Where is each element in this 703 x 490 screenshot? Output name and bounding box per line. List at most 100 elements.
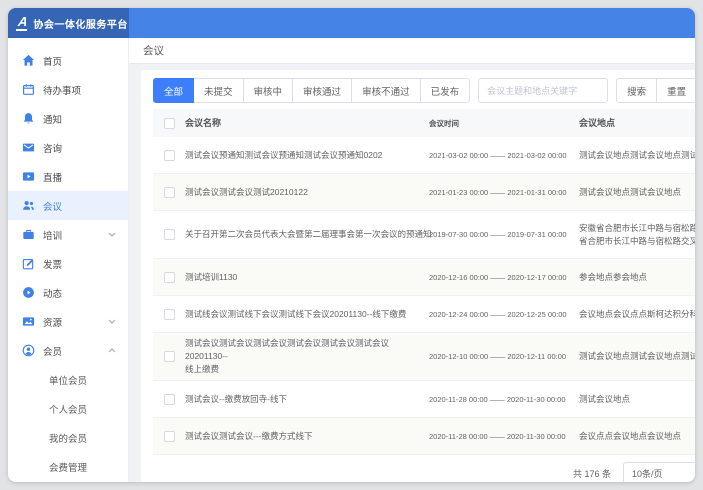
table-row[interactable]: 测试培训1130 2020-12-16 00:00 —— 2020-12-17 … bbox=[153, 259, 695, 296]
meeting-name: 测试会议测试会议测试会议测试会议测试会议测试会议20201130-- 线上缴费 bbox=[185, 337, 429, 376]
row-checkbox[interactable] bbox=[164, 150, 175, 161]
sidebar-item-activity[interactable]: 动态 bbox=[8, 278, 128, 307]
sidebar-subitem-my-member[interactable]: 我的会员 bbox=[8, 423, 128, 452]
sidebar-subitem-unit-member[interactable]: 单位会员 bbox=[8, 365, 128, 394]
search-input[interactable] bbox=[478, 78, 608, 103]
meeting-time: 2021-03-02 00:00 —— 2021-03-02 00:00 bbox=[429, 151, 579, 160]
mail-icon bbox=[21, 141, 35, 155]
table-row[interactable]: 测试线会议测试线下会议测试线下会议20201130--线下缴费 2020-12-… bbox=[153, 296, 695, 333]
search-button[interactable]: 搜索 bbox=[616, 78, 657, 103]
app-title: 协会一体化服务平台 bbox=[33, 16, 128, 31]
topbar: A 协会一体化服务平台 bbox=[8, 8, 695, 38]
screenshot-stage: A 协会一体化服务平台 首页 待办事项 通知 bbox=[0, 0, 703, 490]
meeting-location: 会议点点会议地点会议地点 bbox=[579, 430, 695, 443]
filter-tab-reviewing[interactable]: 审核中 bbox=[243, 78, 294, 103]
page-title: 会议 bbox=[143, 43, 164, 58]
meeting-time: 2020-12-24 00:00 —— 2020-12-25 00:00 bbox=[429, 310, 579, 319]
sidebar-item-invoice[interactable]: 发票 bbox=[8, 249, 128, 278]
meeting-name: 测试会议测试会议---缴费方式线下 bbox=[185, 430, 429, 443]
meeting-name: 测试线会议测试线下会议测试线下会议20201130--线下缴费 bbox=[185, 308, 429, 321]
meeting-time: 2021-01-23 00:00 —— 2021-01-31 00:00 bbox=[429, 188, 579, 197]
reset-button[interactable]: 重置 bbox=[656, 78, 695, 103]
sidebar-item-member[interactable]: 会员 bbox=[8, 336, 128, 365]
column-header-location: 会议地点 bbox=[579, 117, 695, 130]
sidebar-subitem-personal-member[interactable]: 个人会员 bbox=[8, 394, 128, 423]
meeting-location: 会议地点会议点点斯柯达积分科技撒地方撒地方 bbox=[579, 308, 695, 321]
column-header-time: 会议时间 bbox=[429, 118, 579, 129]
search-button-group: 搜索 重置 高级 bbox=[616, 78, 695, 103]
app-window: A 协会一体化服务平台 首页 待办事项 通知 bbox=[8, 8, 695, 482]
pagination: 共 176 条 10条/页 bbox=[153, 461, 695, 482]
total-count: 共 176 条 bbox=[573, 467, 611, 480]
sidebar-item-consult[interactable]: 咨询 bbox=[8, 133, 128, 162]
page-titlebar: 会议 bbox=[129, 38, 695, 64]
meeting-time: 2020-12-16 00:00 —— 2020-12-17 00:00 bbox=[429, 273, 579, 282]
sidebar-item-meeting[interactable]: 会议 bbox=[8, 191, 128, 220]
table-header: 会议名称 会议时间 会议地点 bbox=[153, 109, 695, 137]
meeting-time: 2020-11-28 00:00 —— 2020-11-30 00:00 bbox=[429, 395, 579, 404]
home-icon bbox=[21, 54, 35, 68]
filter-tab-published[interactable]: 已发布 bbox=[420, 78, 471, 103]
chevron-down-icon bbox=[108, 232, 116, 237]
training-icon bbox=[21, 228, 35, 242]
table-row[interactable]: 测试会议测试会议---缴费方式线下 2020-11-28 00:00 —— 20… bbox=[153, 418, 695, 455]
meeting-location: 安徽省合肥市长江中路与宿松路交叉口稻香楼宾馆安徽 省合肥市长江中路与宿松路交叉口… bbox=[579, 222, 695, 248]
select-all-checkbox[interactable] bbox=[164, 118, 175, 129]
live-icon bbox=[21, 170, 35, 184]
table-row[interactable]: 测试会议测试会议测试20210122 2021-01-23 00:00 —— 2… bbox=[153, 174, 695, 211]
row-checkbox[interactable] bbox=[164, 309, 175, 320]
meeting-location: 测试会议地点测试会议地点测试会议地点测试会议地点 bbox=[579, 350, 695, 363]
row-checkbox[interactable] bbox=[164, 187, 175, 198]
filter-row: 全部 未提交 审核中 审核通过 审核不通过 已发布 搜索 重置 高级 bbox=[153, 78, 695, 103]
sidebar-item-training[interactable]: 培训 bbox=[8, 220, 128, 249]
page-size-select[interactable]: 10条/页 bbox=[623, 462, 695, 482]
main-content: 会议 全部 未提交 审核中 审核通过 审核不通过 已发布 搜索 bbox=[129, 38, 695, 482]
filter-tab-all[interactable]: 全部 bbox=[153, 78, 194, 103]
sidebar-item-todo[interactable]: 待办事项 bbox=[8, 75, 128, 104]
sidebar-subitem-fee-management[interactable]: 会费管理 bbox=[8, 452, 128, 481]
filter-tab-unsubmitted[interactable]: 未提交 bbox=[193, 78, 244, 103]
bell-icon bbox=[21, 112, 35, 126]
meeting-name: 测试会议预通知测试会议预通知测试会议预通知0202 bbox=[185, 149, 429, 162]
meeting-list-card: 全部 未提交 审核中 审核通过 审核不通过 已发布 搜索 重置 高级 bbox=[141, 70, 695, 482]
meeting-time: 2020-11-28 00:00 —— 2020-11-30 00:00 bbox=[429, 432, 579, 441]
meeting-location: 测试会议地点测试会议地点 bbox=[579, 186, 695, 199]
row-checkbox[interactable] bbox=[164, 272, 175, 283]
table-row[interactable]: 关于召开第二次会员代表大会暨第二届理事会第一次会议的预通知 2019-07-30… bbox=[153, 211, 695, 259]
table-row[interactable]: 测试会议预通知测试会议预通知测试会议预通知0202 2021-03-02 00:… bbox=[153, 137, 695, 174]
meeting-time: 2019-07-30 00:00 —— 2019-07-31 00:00 bbox=[429, 230, 579, 239]
chevron-down-icon bbox=[108, 319, 116, 324]
row-checkbox[interactable] bbox=[164, 431, 175, 442]
column-header-name: 会议名称 bbox=[185, 117, 429, 130]
sidebar-item-home[interactable]: 首页 bbox=[8, 46, 128, 75]
meeting-name: 测试会议测试会议测试20210122 bbox=[185, 186, 429, 199]
sidebar-item-live[interactable]: 直播 bbox=[8, 162, 128, 191]
app-logo-icon: A bbox=[16, 15, 30, 31]
meeting-icon bbox=[21, 199, 35, 213]
filter-tab-approved[interactable]: 审核通过 bbox=[292, 78, 352, 103]
table-row[interactable]: 测试会议--缴费放回寺-线下 2020-11-28 00:00 —— 2020-… bbox=[153, 381, 695, 418]
resource-icon bbox=[21, 315, 35, 329]
meeting-name: 测试会议--缴费放回寺-线下 bbox=[185, 393, 429, 406]
status-filter-group: 全部 未提交 审核中 审核通过 审核不通过 已发布 bbox=[153, 78, 470, 103]
row-checkbox[interactable] bbox=[164, 351, 175, 362]
sidebar: 首页 待办事项 通知 咨询 bbox=[8, 38, 129, 482]
meeting-name: 关于召开第二次会员代表大会暨第二届理事会第一次会议的预通知 bbox=[185, 228, 429, 241]
member-icon bbox=[21, 344, 35, 358]
calendar-icon bbox=[21, 83, 35, 97]
filter-tab-rejected[interactable]: 审核不通过 bbox=[351, 78, 421, 103]
invoice-icon bbox=[21, 257, 35, 271]
meeting-name: 测试培训1130 bbox=[185, 271, 429, 284]
sidebar-item-resource[interactable]: 资源 bbox=[8, 307, 128, 336]
meeting-time: 2020-12-10 00:00 —— 2020-12-11 00:00 bbox=[429, 352, 579, 361]
meetings-table: 会议名称 会议时间 会议地点 测试会议预通知测试会议预通知测试会议预通知0202… bbox=[153, 109, 695, 455]
chevron-up-icon bbox=[108, 348, 116, 353]
meeting-location: 测试会议地点 bbox=[579, 393, 695, 406]
activity-icon bbox=[21, 286, 35, 300]
meeting-location: 测试会议地点测试会议地点测试会议地点测试会议地点 bbox=[579, 149, 695, 162]
row-checkbox[interactable] bbox=[164, 229, 175, 240]
row-checkbox[interactable] bbox=[164, 394, 175, 405]
app-brand: A 协会一体化服务平台 bbox=[8, 8, 129, 38]
table-row[interactable]: 测试会议测试会议测试会议测试会议测试会议测试会议20201130-- 线上缴费 … bbox=[153, 333, 695, 381]
sidebar-item-notice[interactable]: 通知 bbox=[8, 104, 128, 133]
